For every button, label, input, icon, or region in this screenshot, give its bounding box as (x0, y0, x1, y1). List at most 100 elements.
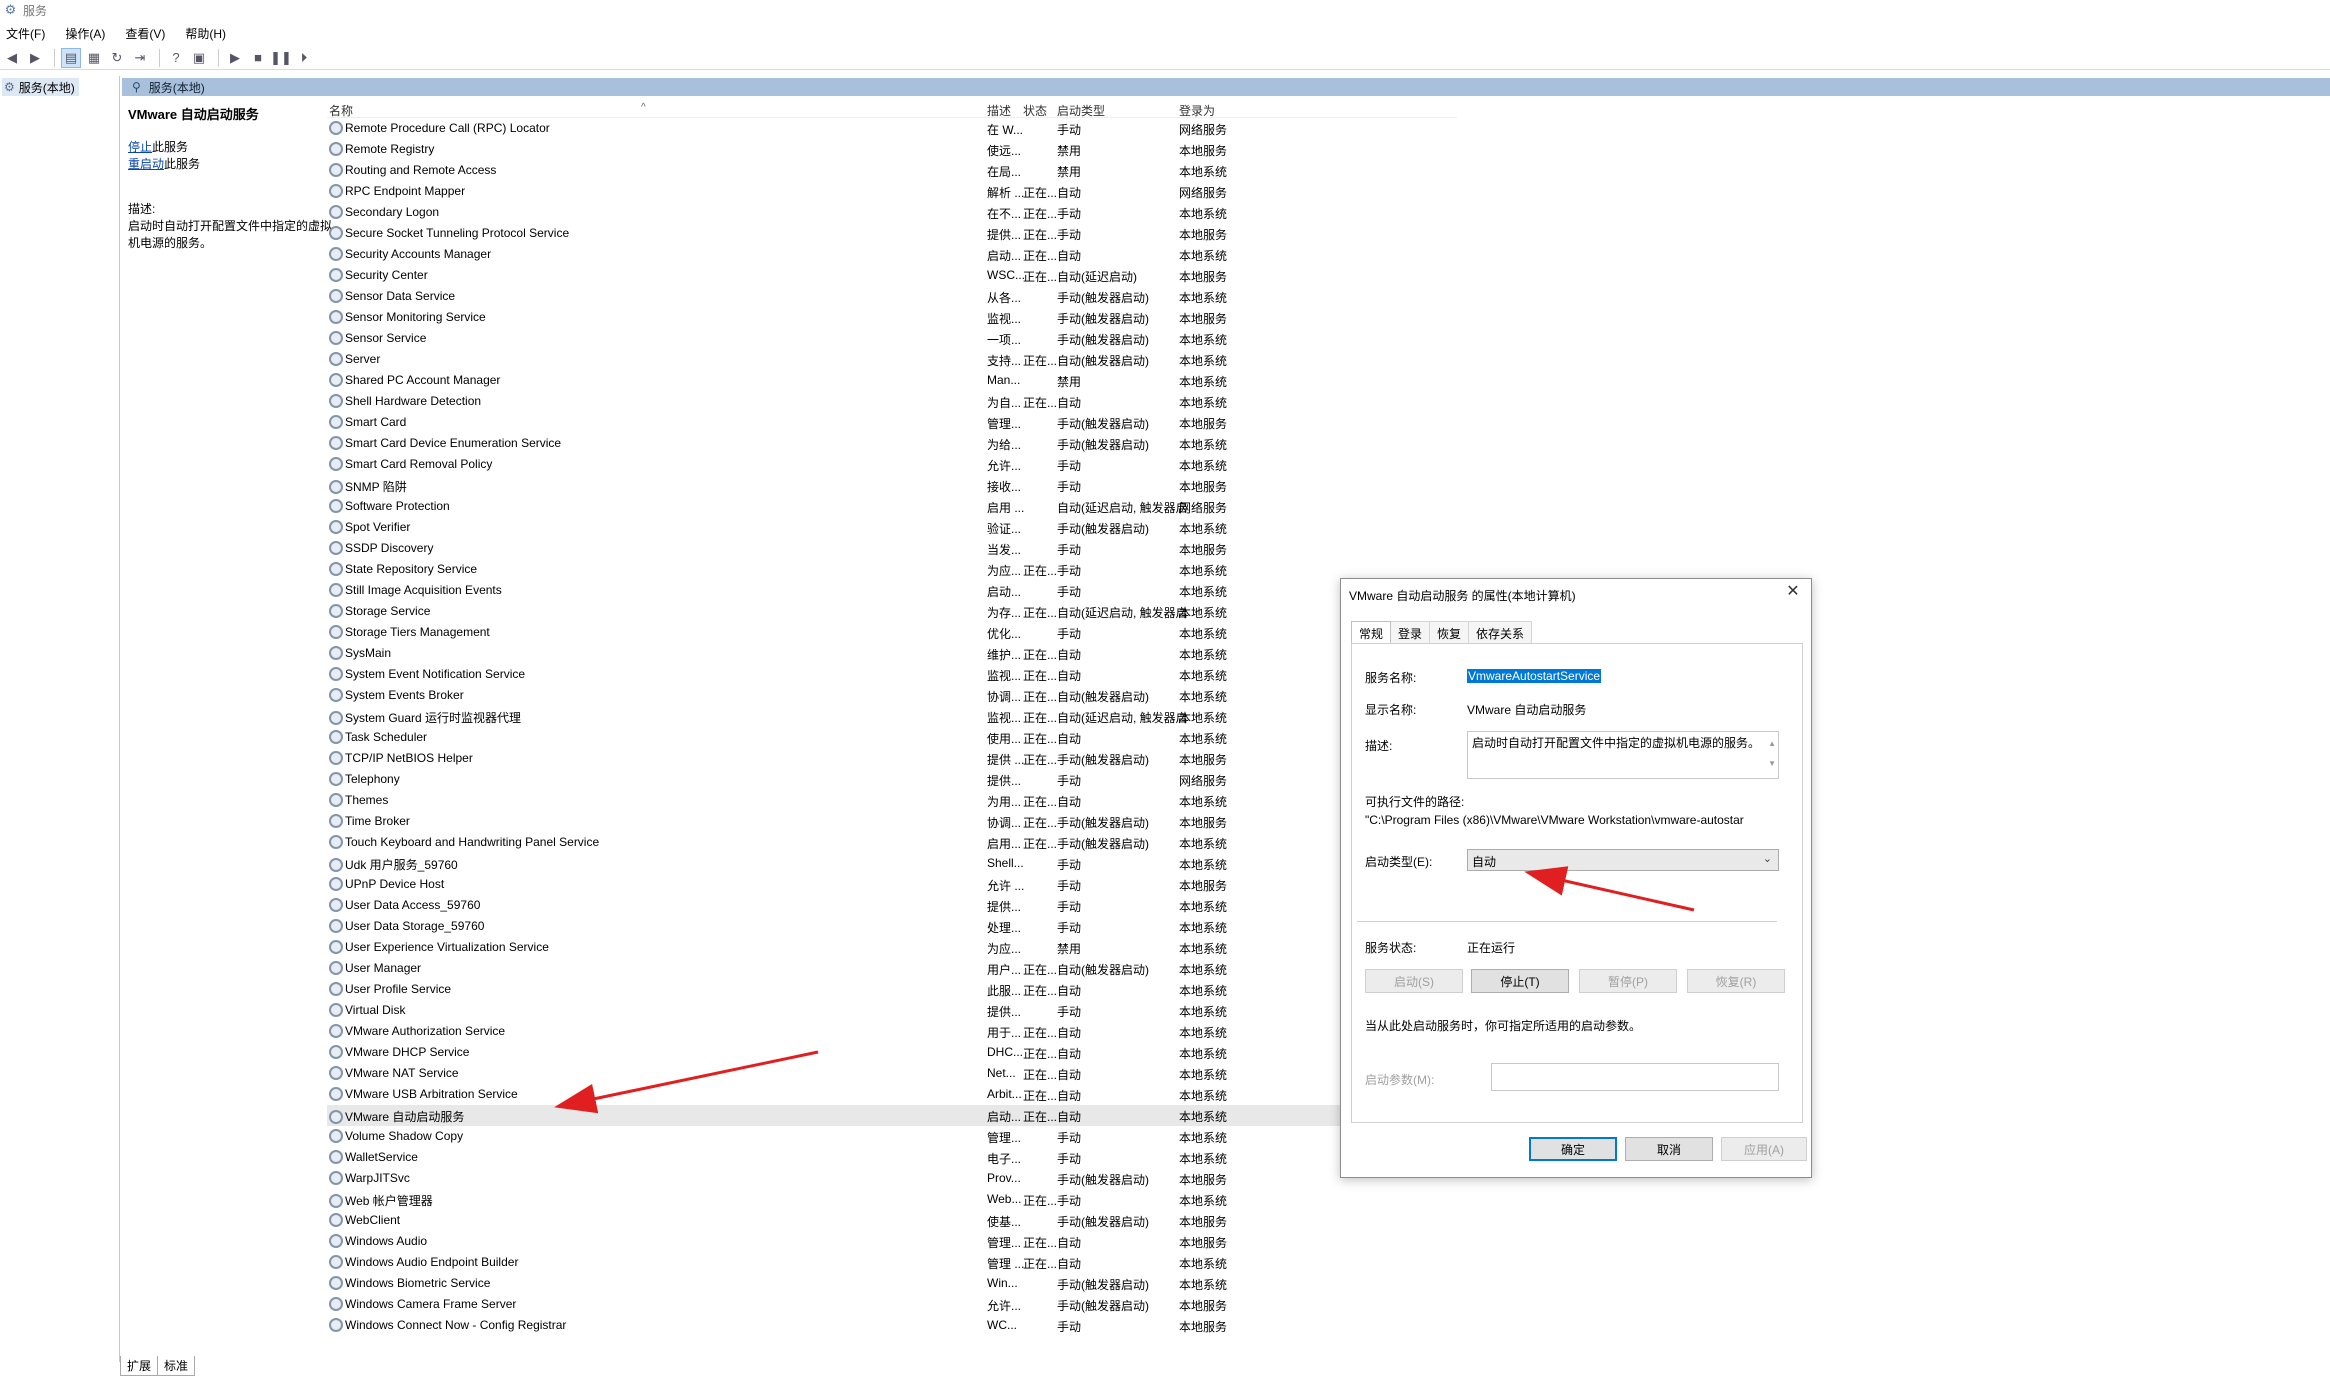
table-row[interactable]: RPC Endpoint Mapper 解析 ... 正在... 自动 网络服务 (327, 181, 1457, 202)
tab-general[interactable]: 常规 (1351, 621, 1392, 643)
table-row[interactable]: Security Center WSC... 正在... 自动(延迟启动) 本地服务 (327, 265, 1457, 286)
table-row[interactable]: SSDP Discovery 当发... 手动 本地服务 (327, 538, 1457, 559)
pause-service-icon[interactable]: ❚❚ (270, 48, 292, 68)
ok-button[interactable]: 确定 (1529, 1137, 1617, 1161)
pause-button[interactable]: 暂停(P) (1579, 969, 1677, 993)
tab-logon[interactable]: 登录 (1390, 621, 1431, 643)
table-row[interactable]: Storage Tiers Management 优化... 手动 本地系统 (327, 622, 1457, 643)
tab-extended[interactable]: 扩展 (120, 1356, 159, 1376)
table-row[interactable]: Sensor Data Service 从各... 手动(触发器启动) 本地系统 (327, 286, 1457, 307)
menu-action[interactable]: 操作(A) (65, 25, 105, 42)
tab-dependencies[interactable]: 依存关系 (1468, 621, 1533, 643)
table-row[interactable]: VMware DHCP Service DHC... 正在... 自动 本地系统 (327, 1042, 1457, 1063)
table-row[interactable]: User Profile Service 此服... 正在... 自动 本地系统 (327, 979, 1457, 1000)
column-header-desc[interactable]: 描述 (987, 102, 1011, 119)
restart-service-icon[interactable]: ⏵ (294, 48, 314, 68)
table-row[interactable]: Udk 用户服务_59760 Shell... 手动 本地系统 (327, 853, 1457, 874)
cancel-button[interactable]: 取消 (1625, 1137, 1713, 1161)
description-box[interactable]: 启动时自动打开配置文件中指定的虚拟机电源的服务。 ▲ ▼ (1467, 731, 1779, 779)
table-row[interactable]: Windows Audio Endpoint Builder 管理 ... 正在..… (327, 1252, 1457, 1273)
close-icon[interactable]: ✕ (1781, 581, 1805, 603)
table-row[interactable]: Web 帐户管理器 Web... 正在... 手动 本地系统 (327, 1189, 1457, 1210)
table-row[interactable]: Software Protection 启用 ... 自动(延迟启动, 触发器启动)… (327, 496, 1457, 517)
table-row[interactable]: System Events Broker 协调... 正在... 自动(触发器启动) 本… (327, 685, 1457, 706)
column-header-name[interactable]: 名称 (329, 102, 353, 119)
column-header-status[interactable]: 状态 (1023, 102, 1047, 119)
table-row[interactable]: Server 支持... 正在... 自动(触发器启动) 本地系统 (327, 349, 1457, 370)
tab-recovery[interactable]: 恢复 (1429, 621, 1470, 643)
tree-item-services-local[interactable]: ⚙ 服务(本地) (2, 78, 79, 96)
table-row[interactable]: Windows Connect Now - Config Registrar WC… (327, 1315, 1457, 1336)
table-row[interactable]: Time Broker 协调... 正在... 手动(触发器启动) 本地服务 (327, 811, 1457, 832)
table-row[interactable]: Virtual Disk 提供... 手动 本地系统 (327, 1000, 1457, 1021)
start-params-input[interactable] (1491, 1063, 1779, 1091)
table-row[interactable]: User Experience Virtualization Service 为应… (327, 937, 1457, 958)
table-row[interactable]: WebClient 使基... 手动(触发器启动) 本地服务 (327, 1210, 1457, 1231)
table-row[interactable]: User Manager 用户... 正在... 自动(触发器启动) 本地系统 (327, 958, 1457, 979)
service-name-value[interactable]: VmwareAutostartService (1467, 669, 1602, 683)
table-row[interactable]: System Event Notification Service 监视... 正在… (327, 664, 1457, 685)
table-row[interactable]: Spot Verifier 验证... 手动(触发器启动) 本地系统 (327, 517, 1457, 538)
table-row[interactable]: User Data Storage_59760 处理... 手动 本地系统 (327, 916, 1457, 937)
stop-service-icon[interactable]: ■ (248, 48, 268, 68)
column-header-startup[interactable]: 启动类型 (1057, 102, 1105, 119)
back-arrow-icon[interactable]: ◀ (2, 48, 22, 68)
table-row[interactable]: Secondary Logon 在不... 正在... 手动 本地系统 (327, 202, 1457, 223)
resume-button[interactable]: 恢复(R) (1687, 969, 1785, 993)
show-hide-pane-icon[interactable]: ▣ (189, 48, 209, 68)
menu-file[interactable]: 文件(F) (6, 25, 45, 42)
stop-service-link[interactable]: 停止 (128, 140, 152, 154)
menu-view[interactable]: 查看(V) (125, 25, 165, 42)
table-row[interactable]: State Repository Service 为应... 正在... 手动 本地系统 (327, 559, 1457, 580)
table-row[interactable]: SNMP 陷阱 接收... 手动 本地服务 (327, 475, 1457, 496)
table-row[interactable]: Routing and Remote Access 在局... 禁用 本地系统 (327, 160, 1457, 181)
table-row[interactable]: WarpJITSvc Prov... 手动(触发器启动) 本地服务 (327, 1168, 1457, 1189)
table-row[interactable]: Smart Card 管理... 手动(触发器启动) 本地服务 (327, 412, 1457, 433)
table-row[interactable]: Task Scheduler 使用... 正在... 自动 本地系统 (327, 727, 1457, 748)
table-row[interactable]: Remote Registry 使远... 禁用 本地服务 (327, 139, 1457, 160)
table-row[interactable]: Telephony 提供... 手动 网络服务 (327, 769, 1457, 790)
start-service-icon[interactable]: ▶ (225, 48, 245, 68)
table-row[interactable]: UPnP Device Host 允许 ... 手动 本地服务 (327, 874, 1457, 895)
table-row[interactable]: Sensor Monitoring Service 监视... 手动(触发器启动) 本… (327, 307, 1457, 328)
table-row[interactable]: SysMain 维护... 正在... 自动 本地系统 (327, 643, 1457, 664)
tab-standard[interactable]: 标准 (157, 1356, 196, 1376)
table-row[interactable]: Secure Socket Tunneling Protocol Service… (327, 223, 1457, 244)
table-row[interactable]: User Data Access_59760 提供... 手动 本地系统 (327, 895, 1457, 916)
table-row[interactable]: Windows Camera Frame Server 允许... 手动(触发器启动… (327, 1294, 1457, 1315)
table-row[interactable]: VMware Authorization Service 用于... 正在... 自动… (327, 1021, 1457, 1042)
table-row[interactable]: Storage Service为存...正在...自动(延迟启动, 触发器启动)… (327, 601, 1457, 622)
startup-type-select[interactable]: 自动 ⌄ (1467, 849, 1779, 871)
table-row[interactable]: Touch Keyboard and Handwriting Panel Ser… (327, 832, 1457, 853)
console-tree-icon[interactable]: ▤ (61, 47, 81, 68)
table-row[interactable]: Themes 为用... 正在... 自动 本地系统 (327, 790, 1457, 811)
scrollbar-arrows-icon[interactable]: ▲ ▼ (1768, 734, 1776, 774)
apply-button[interactable]: 应用(A) (1721, 1137, 1807, 1161)
export-list-icon[interactable]: ⇥ (130, 48, 150, 68)
column-header-logon[interactable]: 登录为 (1179, 102, 1215, 119)
table-row[interactable]: Sensor Service 一项... 手动(触发器启动) 本地系统 (327, 328, 1457, 349)
properties-sheet-icon[interactable]: ▦ (84, 48, 104, 68)
table-row[interactable]: Still Image Acquisition Events 启动... 手动 本地系… (327, 580, 1457, 601)
help-icon[interactable]: ? (166, 48, 186, 68)
restart-service-link[interactable]: 重启动 (128, 157, 164, 171)
table-row[interactable]: Windows Audio 管理... 正在... 自动 本地服务 (327, 1231, 1457, 1252)
refresh-icon[interactable]: ↻ (107, 48, 127, 68)
table-row[interactable]: Smart Card Removal Policy 允许... 手动 本地系统 (327, 454, 1457, 475)
table-row[interactable]: VMware NAT Service Net... 正在... 自动 本地系统 (327, 1063, 1457, 1084)
table-row[interactable]: Shared PC Account Manager Man... 禁用 本地系统 (327, 370, 1457, 391)
table-row[interactable]: Shell Hardware Detection 为自... 正在... 自动 本地系统 (327, 391, 1457, 412)
table-row[interactable]: Remote Procedure Call (RPC) Locator 在 W..… (327, 118, 1457, 139)
table-row[interactable]: Volume Shadow Copy 管理... 手动 本地系统 (327, 1126, 1457, 1147)
table-row[interactable]: Security Accounts Manager 启动... 正在... 自动 本地系… (327, 244, 1457, 265)
table-row[interactable]: WalletService 电子... 手动 本地系统 (327, 1147, 1457, 1168)
table-row[interactable]: VMware USB Arbitration Service Arbit... 正在… (327, 1084, 1457, 1105)
start-button[interactable]: 启动(S) (1365, 969, 1463, 993)
stop-button[interactable]: 停止(T) (1471, 969, 1569, 993)
forward-arrow-icon[interactable]: ▶ (25, 48, 45, 68)
menu-help[interactable]: 帮助(H) (185, 25, 226, 42)
table-row[interactable]: TCP/IP NetBIOS Helper 提供 ... 正在... 手动(触发器启动… (327, 748, 1457, 769)
table-row[interactable]: VMware 自动启动服务 启动... 正在... 自动 本地系统 (327, 1105, 1457, 1126)
display-name-value[interactable]: VMware 自动启动服务 (1467, 701, 1586, 718)
table-row[interactable]: Smart Card Device Enumeration Service 为给.… (327, 433, 1457, 454)
